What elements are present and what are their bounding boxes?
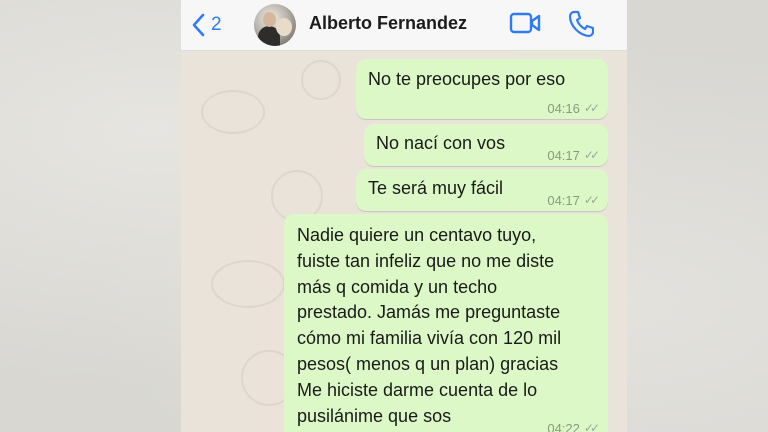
phone-call-icon[interactable] (568, 10, 595, 43)
message-text: Te será muy fácil (368, 178, 504, 198)
message-bubble[interactable]: Te será muy fácil 04:17 ✓✓ (356, 169, 608, 211)
read-receipt-icon: ✓✓ (583, 193, 600, 207)
back-button[interactable]: 2 (191, 11, 222, 39)
message-meta: 04:16 ✓✓ (547, 96, 600, 121)
read-receipt-icon: ✓✓ (583, 101, 600, 115)
chevron-left-icon (191, 13, 205, 37)
message-time: 04:17 (547, 148, 580, 163)
message-text: No nací con vos (376, 133, 506, 153)
unread-count: 2 (211, 14, 222, 35)
message-meta: 04:17 ✓✓ (547, 143, 600, 168)
wallpaper-doodle (211, 260, 285, 308)
message-line: prestado. Jamás me preguntaste (297, 302, 561, 323)
read-receipt-icon: ✓✓ (583, 148, 600, 162)
message-text: No te preocupes por eso (368, 69, 566, 89)
chat-header: 2 Alberto Fernandez (181, 0, 627, 51)
video-call-icon[interactable] (509, 11, 541, 40)
message-meta: 04:22 ✓✓ (547, 416, 600, 432)
read-receipt-icon: ✓✓ (583, 421, 600, 432)
avatar[interactable] (254, 4, 296, 46)
message-line: más q comida y un techo (297, 276, 498, 297)
message-bubble[interactable]: Nadie quiere un centavo tuyo, fuiste tan… (284, 214, 608, 432)
message-line: Me hiciste darme cuenta de lo (297, 379, 538, 400)
message-text: Nadie quiere un centavo tuyo, fuiste tan… (297, 223, 561, 429)
message-time: 04:16 (547, 101, 580, 116)
contact-name[interactable]: Alberto Fernandez (309, 13, 467, 34)
message-line: cómo mi familia vivía con 120 mil (297, 328, 562, 349)
message-time: 04:22 (547, 421, 580, 432)
message-bubble[interactable]: No te preocupes por eso 04:16 ✓✓ (356, 59, 608, 119)
message-line: Nadie quiere un centavo tuyo, (297, 225, 537, 245)
message-meta: 04:17 ✓✓ (547, 188, 600, 213)
message-line: pesos( menos q un plan) gracias (297, 353, 559, 374)
chat-screen: 2 Alberto Fernandez No te preocupes por … (181, 0, 627, 432)
message-bubble[interactable]: No nací con vos 04:17 ✓✓ (364, 124, 608, 166)
message-time: 04:17 (547, 193, 580, 208)
message-line: fuiste tan infeliz que no me diste (297, 250, 555, 271)
wallpaper-doodle (201, 90, 265, 134)
wallpaper-doodle (301, 60, 341, 100)
message-line: pusilánime que sos (297, 405, 452, 426)
